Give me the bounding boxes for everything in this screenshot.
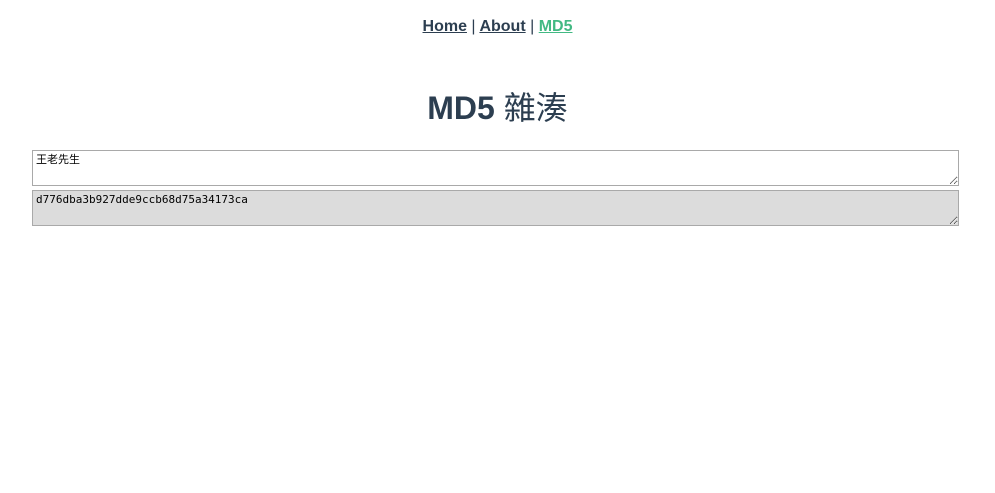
nav-separator: | — [530, 18, 535, 35]
md5-output-textarea[interactable] — [32, 190, 959, 226]
page-title: MD5 雜湊 — [0, 88, 995, 128]
top-nav: Home | About | MD5 — [0, 17, 995, 37]
nav-link-about[interactable]: About — [479, 18, 525, 35]
nav-separator: | — [471, 18, 476, 35]
page-title-sub: 雜湊 — [503, 89, 568, 127]
page-title-main: MD5 — [427, 90, 495, 126]
app-root: Home | About | MD5 MD5 雜湊 — [0, 0, 995, 493]
md5-input-textarea[interactable] — [32, 150, 959, 186]
nav-link-home[interactable]: Home — [423, 18, 467, 35]
nav-link-md5[interactable]: MD5 — [539, 18, 573, 35]
